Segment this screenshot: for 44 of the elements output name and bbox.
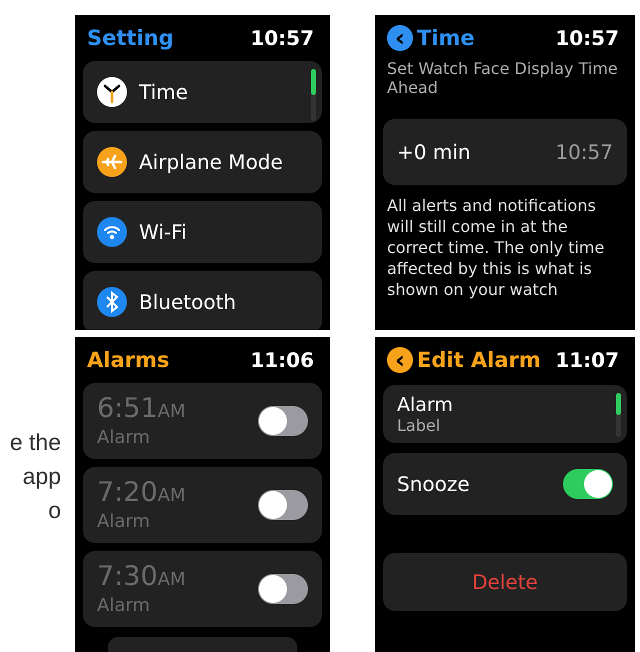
section-header: Set Watch Face Display Time Ahead [386,58,619,97]
delete-button[interactable]: Delete [383,553,627,611]
clock-time: 11:06 [250,348,314,372]
settings-item[interactable]: Time [83,61,322,123]
description-text: All alerts and notifications will still come in at the correct time. The only time affected by this is what is shown on your watch [386,195,606,300]
time-offset-row[interactable]: +0 min 10:57 [383,119,627,185]
row-label: Snooze [397,472,470,496]
offset-value: +0 min [397,140,471,164]
display-time: 10:57 [555,140,613,164]
clock-icon [97,77,127,107]
bluetooth-icon [97,287,127,317]
settings-item[interactable]: Wi-Fi [83,201,322,263]
toggle-switch[interactable] [563,469,613,499]
screen-title: Setting [87,26,174,50]
alarm-label: Alarm [97,511,151,532]
back-button[interactable]: ‹ [387,347,413,373]
clock-time: 10:57 [555,26,619,50]
toggle-switch[interactable] [258,406,308,436]
article-text: e the [10,428,61,457]
back-button[interactable]: ‹ [387,25,413,51]
toggle-switch[interactable] [258,490,308,520]
alarm-label: Alarm [97,595,151,616]
screen-title: Edit Alarm [417,348,541,372]
clock-time: 11:07 [555,348,619,372]
label-row[interactable]: Alarm Label [383,385,627,443]
article-text: app [22,462,61,491]
alarm-time: 7:20AM [97,478,186,510]
scroll-indicator [616,393,621,437]
snooze-row[interactable]: Snooze [383,453,627,515]
clock-time: 10:57 [250,26,314,50]
screen-title: Alarms [87,348,170,372]
airplane-icon [97,147,127,177]
settings-item[interactable]: Bluetooth [83,271,322,330]
alarm-time: 7:30AM [97,562,186,594]
settings-item[interactable]: Airplane Mode [83,131,322,193]
scroll-indicator [311,69,316,121]
wifi-icon [97,217,127,247]
alarm-time: 6:51AM [97,394,186,426]
screen-title: Time [417,26,475,50]
alarm-name: Alarm [397,394,453,416]
alarm-label: Alarm [97,427,151,448]
row-caption: Label [397,416,442,434]
article-text: o [48,496,61,525]
toggle-switch[interactable] [258,574,308,604]
